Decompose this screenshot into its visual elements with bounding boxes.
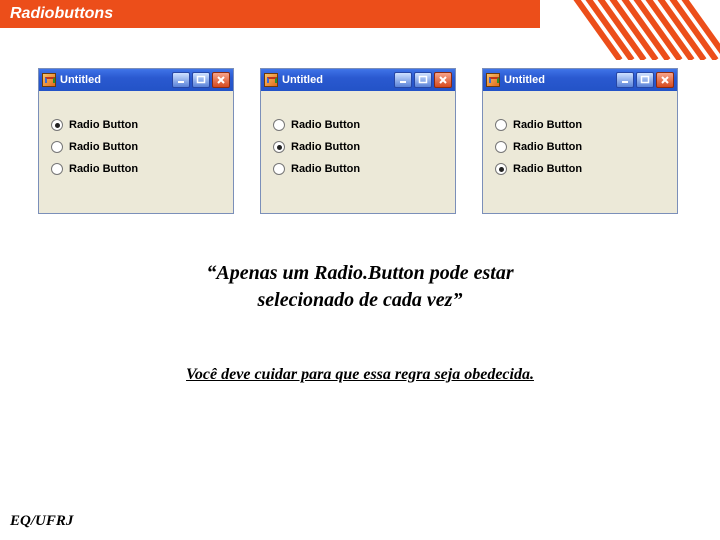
radio-label: Radio Button [69, 119, 138, 131]
window-title: Untitled [60, 74, 168, 86]
radio-option[interactable]: Radio Button [273, 163, 443, 175]
radio-label: Radio Button [513, 141, 582, 153]
window-body: Radio Button Radio Button Radio Button [39, 91, 233, 213]
slide-header: Radiobuttons [0, 0, 540, 28]
radio-label: Radio Button [69, 163, 138, 175]
slide-title: Radiobuttons [10, 5, 113, 23]
radio-indicator-icon [273, 141, 285, 153]
radio-indicator-icon [495, 163, 507, 175]
minimize-button[interactable] [616, 72, 634, 88]
minimize-button[interactable] [172, 72, 190, 88]
window-title: Untitled [282, 74, 390, 86]
quote-line-2: selecionado de cada vez” [258, 289, 463, 311]
app-icon [264, 73, 278, 87]
example-window: Untitled Radio Button Radio Button Radio… [38, 68, 234, 214]
radio-option[interactable]: Radio Button [273, 141, 443, 153]
radio-option[interactable]: Radio Button [51, 163, 221, 175]
radio-option[interactable]: Radio Button [51, 141, 221, 153]
titlebar: Untitled [261, 69, 455, 91]
slide-quote: “Apenas um Radio.Button pode estar selec… [0, 260, 720, 314]
corner-decoration [560, 0, 720, 60]
example-window: Untitled Radio Button Radio Button Radio… [260, 68, 456, 214]
radio-indicator-icon [51, 163, 63, 175]
window-body: Radio Button Radio Button Radio Button [483, 91, 677, 213]
maximize-button[interactable] [414, 72, 432, 88]
app-icon [42, 73, 56, 87]
window-title: Untitled [504, 74, 612, 86]
radio-option[interactable]: Radio Button [495, 163, 665, 175]
radio-option[interactable]: Radio Button [495, 119, 665, 131]
app-icon [486, 73, 500, 87]
radio-option[interactable]: Radio Button [495, 141, 665, 153]
radio-label: Radio Button [513, 119, 582, 131]
radio-label: Radio Button [291, 141, 360, 153]
radio-option[interactable]: Radio Button [273, 119, 443, 131]
radio-label: Radio Button [513, 163, 582, 175]
titlebar: Untitled [39, 69, 233, 91]
close-button[interactable] [434, 72, 452, 88]
radio-indicator-icon [273, 119, 285, 131]
slide-rule-text: Você deve cuidar para que essa regra sej… [0, 366, 720, 384]
radio-indicator-icon [495, 141, 507, 153]
titlebar: Untitled [483, 69, 677, 91]
radio-indicator-icon [495, 119, 507, 131]
maximize-button[interactable] [636, 72, 654, 88]
radio-indicator-icon [273, 163, 285, 175]
window-body: Radio Button Radio Button Radio Button [261, 91, 455, 213]
close-button[interactable] [212, 72, 230, 88]
radio-label: Radio Button [291, 163, 360, 175]
close-button[interactable] [656, 72, 674, 88]
radio-label: Radio Button [291, 119, 360, 131]
radio-label: Radio Button [69, 141, 138, 153]
maximize-button[interactable] [192, 72, 210, 88]
quote-line-1: “Apenas um Radio.Button pode estar [206, 262, 513, 284]
radio-indicator-icon [51, 119, 63, 131]
minimize-button[interactable] [394, 72, 412, 88]
example-window: Untitled Radio Button Radio Button Radio… [482, 68, 678, 214]
radio-option[interactable]: Radio Button [51, 119, 221, 131]
slide-footer: EQ/UFRJ [10, 513, 73, 530]
radio-indicator-icon [51, 141, 63, 153]
